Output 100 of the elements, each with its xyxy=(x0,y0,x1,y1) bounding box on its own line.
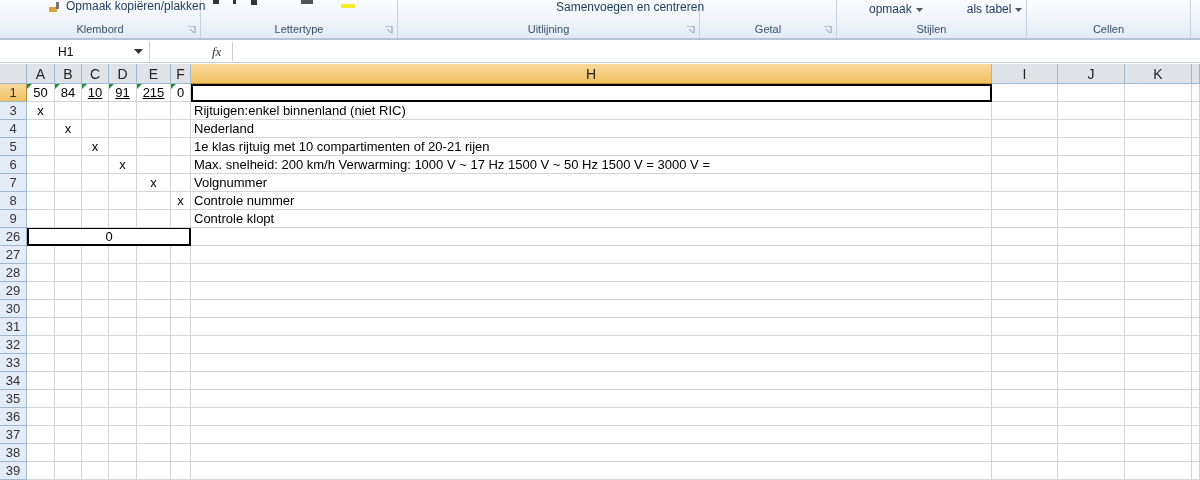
table-cell xyxy=(1125,210,1192,228)
table-cell xyxy=(55,336,82,354)
table-cell: x xyxy=(171,192,191,210)
name-box[interactable]: H1 xyxy=(0,42,150,61)
table-cell xyxy=(1058,156,1125,174)
table-cell xyxy=(109,138,137,156)
row-header[interactable]: 30 xyxy=(0,300,27,318)
table-cell xyxy=(109,390,137,408)
styles-button[interactable]: opmaak xyxy=(869,3,923,17)
table-cell: Max. snelheid: 200 km/h Verwarming: 1000 V ~ 17 Hz 1500 V ~ 50 Hz 1500 V = 3000 V = xyxy=(191,156,992,174)
column-header[interactable]: K xyxy=(1125,64,1192,84)
table-cell xyxy=(1058,174,1125,192)
column-header[interactable]: E xyxy=(137,64,171,84)
caret-icon xyxy=(915,7,923,12)
table-cell xyxy=(992,246,1058,264)
table-cell xyxy=(171,264,191,282)
dialog-launcher-icon[interactable] xyxy=(385,26,393,34)
row-header[interactable]: 35 xyxy=(0,390,27,408)
table-cell xyxy=(1125,282,1192,300)
table-cell xyxy=(1058,336,1125,354)
row-header[interactable]: 4 xyxy=(0,120,27,138)
row-header[interactable]: 39 xyxy=(0,462,27,480)
table-cell xyxy=(109,318,137,336)
table-cell xyxy=(1058,102,1125,120)
format-painter-button[interactable]: Opmaak kopiëren/plakken xyxy=(48,0,206,14)
table-cell: Nederland xyxy=(191,120,992,138)
column-header[interactable]: A xyxy=(27,64,55,84)
column-header[interactable] xyxy=(1192,64,1200,84)
table-cell xyxy=(27,282,55,300)
table-cell xyxy=(1058,228,1125,246)
table-cell xyxy=(1125,138,1192,156)
table-cell xyxy=(27,426,55,444)
styles-button[interactable]: als tabel xyxy=(966,3,1023,17)
table-cell xyxy=(27,318,55,336)
column-header[interactable]: F xyxy=(171,64,191,84)
table-cell xyxy=(109,174,137,192)
dialog-launcher-icon[interactable] xyxy=(188,26,196,34)
table-cell xyxy=(992,192,1058,210)
row-header[interactable]: 28 xyxy=(0,264,27,282)
table-cell xyxy=(992,264,1058,282)
column-header[interactable]: I xyxy=(992,64,1058,84)
row-header[interactable]: 33 xyxy=(0,354,27,372)
row-header[interactable]: 37 xyxy=(0,426,27,444)
row-header[interactable]: 36 xyxy=(0,408,27,426)
caret-icon xyxy=(1015,7,1023,12)
table-cell xyxy=(137,120,171,138)
cell-value: 91 xyxy=(115,85,130,100)
table-cell xyxy=(27,354,55,372)
table-cell xyxy=(171,444,191,462)
cell-value: 0 xyxy=(176,85,185,100)
table-cell xyxy=(82,192,109,210)
row-header[interactable]: 31 xyxy=(0,318,27,336)
row-header[interactable]: 5 xyxy=(0,138,27,156)
column-header[interactable]: B xyxy=(55,64,82,84)
table-cell xyxy=(1125,174,1192,192)
select-all-corner[interactable] xyxy=(0,64,27,84)
row-header[interactable]: 38 xyxy=(0,444,27,462)
table-cell xyxy=(992,102,1058,120)
column-header[interactable]: C xyxy=(82,64,109,84)
table-cell xyxy=(1058,444,1125,462)
row-header[interactable]: 26 xyxy=(0,228,27,246)
table-cell xyxy=(82,156,109,174)
row-header[interactable]: 3 xyxy=(0,102,27,120)
row-header[interactable]: 9 xyxy=(0,210,27,228)
merge-center-button[interactable]: Samenvoegen en centreren xyxy=(556,1,705,15)
row-header[interactable]: 8 xyxy=(0,192,27,210)
table-cell xyxy=(1058,120,1125,138)
table-cell xyxy=(82,336,109,354)
table-cell xyxy=(82,462,109,480)
row-header[interactable]: 27 xyxy=(0,246,27,264)
table-cell xyxy=(27,264,55,282)
active-cell[interactable] xyxy=(191,84,992,102)
table-cell xyxy=(82,354,109,372)
row-header[interactable]: 29 xyxy=(0,282,27,300)
insert-function-button[interactable]: fx xyxy=(212,43,232,60)
group-label: Getal xyxy=(754,23,782,37)
table-cell xyxy=(137,138,171,156)
table-cell xyxy=(1058,84,1125,102)
row-header[interactable]: 34 xyxy=(0,372,27,390)
row-header[interactable]: 1 xyxy=(0,84,27,102)
table-cell xyxy=(992,228,1058,246)
table-cell xyxy=(82,174,109,192)
table-cell xyxy=(171,120,191,138)
table-cell xyxy=(82,372,109,390)
table-cell xyxy=(137,408,171,426)
row-header[interactable]: 6 xyxy=(0,156,27,174)
table-cell xyxy=(171,156,191,174)
row-header[interactable]: 7 xyxy=(0,174,27,192)
dialog-launcher-icon[interactable] xyxy=(824,26,832,34)
dialog-launcher-icon[interactable] xyxy=(687,26,695,34)
table-cell xyxy=(109,120,137,138)
row-header[interactable]: 32 xyxy=(0,336,27,354)
column-header[interactable]: D xyxy=(109,64,137,84)
table-cell xyxy=(992,408,1058,426)
table-cell xyxy=(109,210,137,228)
table-cell xyxy=(55,210,82,228)
column-header[interactable]: J xyxy=(1058,64,1125,84)
column-header[interactable]: H xyxy=(191,64,992,84)
table-cell xyxy=(109,192,137,210)
table-cell xyxy=(1125,246,1192,264)
